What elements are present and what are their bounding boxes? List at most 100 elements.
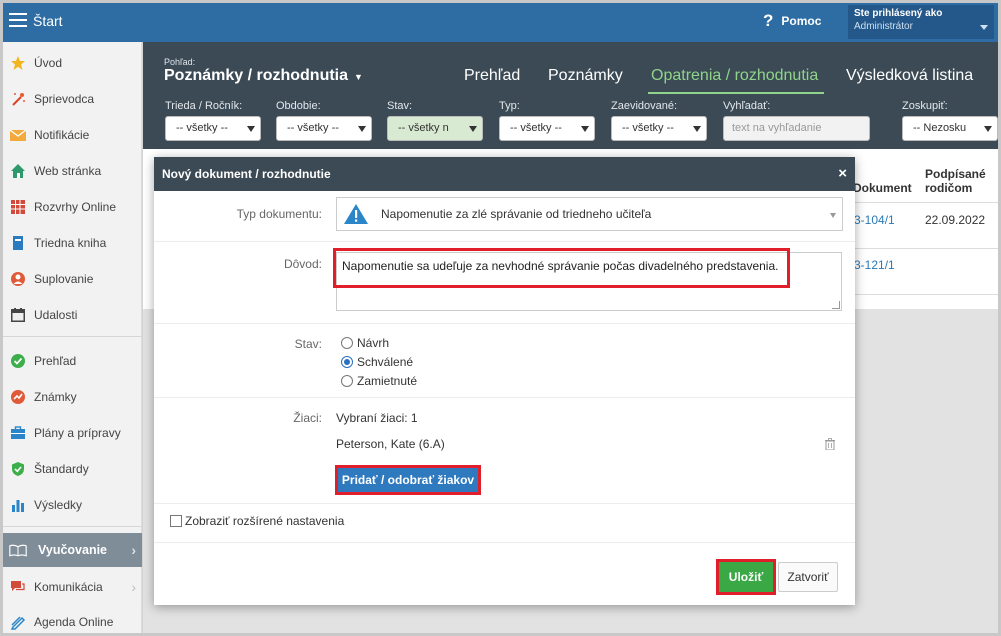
menu-icon[interactable] [9,13,27,29]
user-status-label: Ste prihlásený ako [854,8,943,19]
table-divider [843,294,998,295]
filter-trieda-select[interactable]: -- všetky -- [165,116,261,141]
filter-zaevidovane-select[interactable]: -- všetky -- [611,116,707,141]
page-header: Pohľad: Poznámky / rozhodnutia ▼ Prehľad … [143,42,998,149]
doc-type-select[interactable]: Napomenutie za zlé správanie od triedneh… [336,197,843,231]
sidebar-item-komunikacia[interactable]: Komunikácia › [3,570,142,604]
status-option-navrh[interactable]: Návrh [341,336,389,350]
table-divider [843,248,998,249]
table-cell-document-link[interactable]: 3-121/1 [854,258,895,272]
status-option-zamietnute[interactable]: Zamietnuté [341,374,417,388]
save-button[interactable]: Uložiť [716,559,776,595]
group-value: -- Nezosku [913,122,967,134]
tab-opatrenia[interactable]: Opatrenia / rozhodnutia [651,67,818,85]
status-option-label: Schválené [357,355,414,369]
check-circle-icon [9,352,27,370]
trash-icon[interactable] [824,438,836,450]
column-header-signed-line1: Podpísané [925,167,986,181]
briefcase-icon [9,424,27,442]
house-icon [9,162,27,180]
filter-value: -- všetky -- [510,122,562,134]
checkbox[interactable] [170,515,182,527]
caret-down-icon [581,126,589,132]
help-icon: ? [763,11,774,30]
advanced-settings-label: Zobraziť rozšírené nastavenia [185,514,345,528]
sidebar-divider [3,526,142,527]
advanced-settings-toggle[interactable]: Zobraziť rozšírené nastavenia [170,514,344,528]
modal-header: Nový dokument / rozhodnutie × [154,157,855,191]
column-header-document[interactable]: Dokument [853,181,912,195]
filter-stav-select[interactable]: -- všetky n [387,116,483,141]
person-swap-icon [9,270,27,288]
help-link[interactable]: ? Pomoc [763,11,821,31]
sidebar-item-standardy[interactable]: Štandardy [3,452,142,486]
form-divider [154,397,855,398]
chevron-right-icon: › [131,579,136,595]
sidebar-item-label: Známky [34,390,77,404]
sidebar-item-sprievodca[interactable]: Sprievodca [3,82,142,116]
form-divider [154,503,855,504]
sidebar: Úvod Sprievodca Notifikácie Web stránka … [3,42,142,633]
radio-button-selected[interactable] [341,356,353,368]
close-icon[interactable]: × [838,165,847,182]
tab-vysledkova-listina[interactable]: Výsledková listina [846,67,973,85]
tab-poznamky[interactable]: Poznámky [548,67,623,85]
sidebar-item-rozvrhy[interactable]: Rozvrhy Online [3,190,142,224]
filter-value: -- všetky -- [622,122,674,134]
sidebar-item-suplovanie[interactable]: Suplovanie [3,262,142,296]
sidebar-item-agenda[interactable]: Agenda Online [3,605,142,633]
caret-down-icon [693,126,701,132]
filter-typ-select[interactable]: -- všetky -- [499,116,595,141]
search-input[interactable]: text na vyhľadanie [723,116,870,141]
add-remove-students-button[interactable]: Pridať / odobrať žiakov [335,465,481,495]
caret-down-icon [247,126,255,132]
active-tab-indicator [648,92,824,94]
pen-icon [9,613,27,631]
reason-highlight [333,248,790,288]
sidebar-item-label: Triedna kniha [34,236,107,250]
radio-button[interactable] [341,375,353,387]
form-divider [154,241,855,242]
students-count: Vybraní žiaci: 1 [336,411,418,425]
reason-label: Dôvod: [283,257,322,271]
sidebar-item-vyucovanie[interactable]: Vyučovanie › [3,533,142,567]
doc-type-value: Napomenutie za zlé správanie od triedneh… [381,207,652,221]
sidebar-item-label: Komunikácia [34,580,103,594]
grade-icon [9,388,27,406]
sidebar-item-prehlad[interactable]: Prehľad [3,344,142,378]
radio-button[interactable] [341,337,353,349]
caret-down-icon: ▼ [354,72,363,82]
sidebar-item-znamky[interactable]: Známky [3,380,142,414]
column-header-signed[interactable]: Podpísané rodičom [925,167,986,195]
column-header-signed-line2: rodičom [925,181,973,195]
sidebar-item-triedna-kniha[interactable]: Triedna kniha [3,226,142,260]
caret-down-icon [984,126,992,132]
sidebar-item-uvod[interactable]: Úvod [3,46,142,80]
filter-obdobie-select[interactable]: -- všetky -- [276,116,372,141]
start-label[interactable]: Štart [33,13,63,29]
sidebar-item-notifikacie[interactable]: Notifikácie [3,118,142,152]
chat-icon [9,578,27,596]
filter-label: Obdobie: [276,100,321,112]
tab-prehlad[interactable]: Prehľad [464,67,520,85]
status-option-label: Zamietnuté [357,374,418,388]
close-button[interactable]: Zatvoriť [778,562,838,592]
form-divider [154,323,855,324]
sidebar-item-udalosti[interactable]: Udalosti [3,298,142,332]
calendar-grid-icon [9,198,27,216]
sidebar-item-plany[interactable]: Plány a prípravy [3,416,142,450]
view-selector[interactable]: Poznámky / rozhodnutia ▼ [164,67,363,85]
table-cell-signed: 22.09.2022 [925,213,986,227]
status-option-schvalene[interactable]: Schválené [341,355,413,369]
table-cell-document-link[interactable]: 3-104/1 [854,213,895,227]
sidebar-divider [3,336,142,337]
doc-type-label: Typ dokumentu: [236,207,322,221]
form-divider [154,542,855,543]
sidebar-item-label: Suplovanie [34,272,94,286]
group-select[interactable]: -- Nezosku [902,116,998,141]
user-menu[interactable]: Ste prihlásený ako Administrátor [848,5,994,39]
open-book-icon [9,541,27,559]
sidebar-item-web-stranka[interactable]: Web stránka [3,154,142,188]
resize-grip-icon[interactable] [832,301,840,309]
sidebar-item-vysledky[interactable]: Výsledky [3,488,142,522]
